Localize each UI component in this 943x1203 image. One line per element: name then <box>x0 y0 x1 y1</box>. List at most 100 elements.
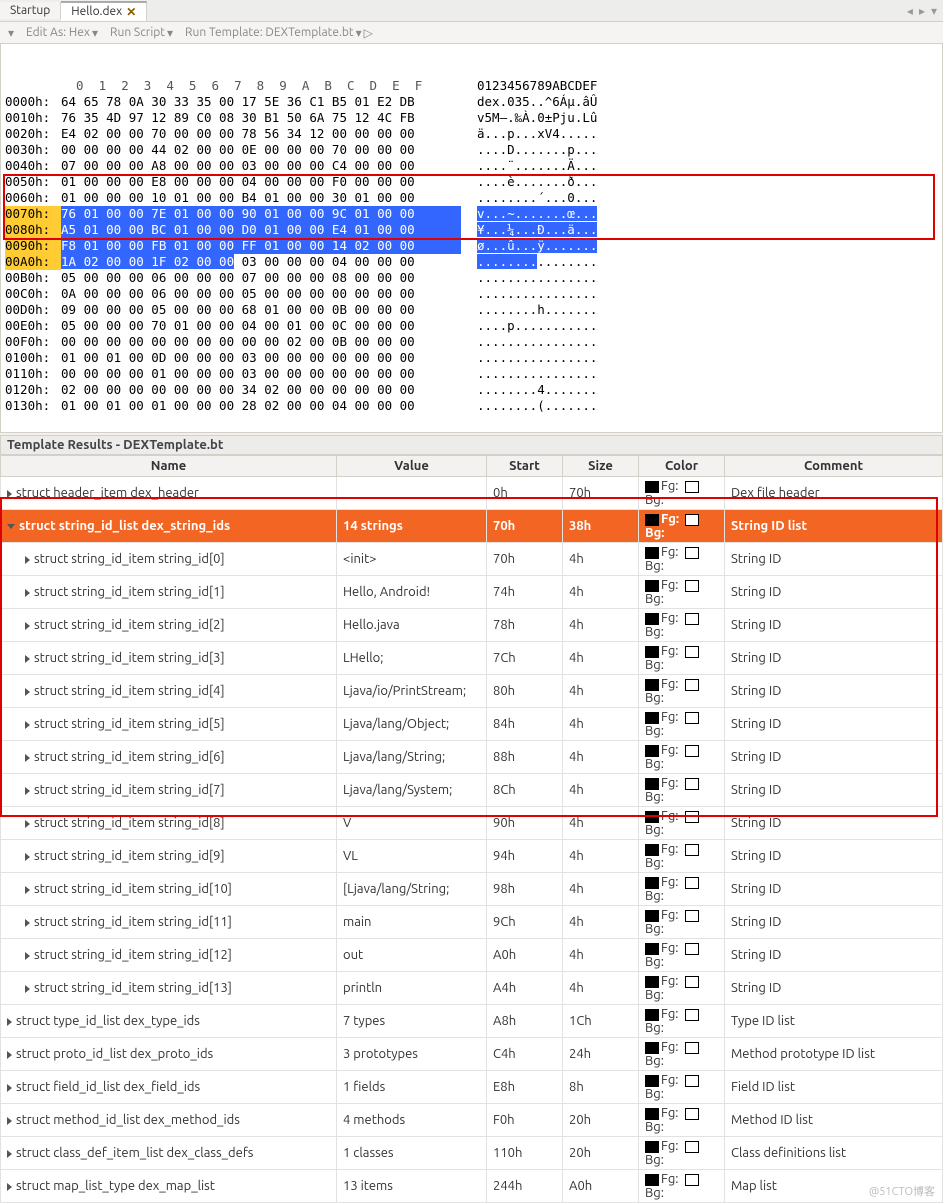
template-results-header: Template Results - DEXTemplate.bt <box>0 435 943 455</box>
expand-icon[interactable] <box>7 1084 12 1092</box>
expand-icon[interactable] <box>25 688 30 696</box>
table-row[interactable]: struct string_id_item string_id[0]<init>… <box>1 543 943 576</box>
expand-icon[interactable] <box>25 589 30 597</box>
run-icon[interactable]: ▷ <box>364 26 373 40</box>
bg-swatch <box>685 745 699 757</box>
expand-icon[interactable] <box>7 1051 12 1059</box>
hex-row[interactable]: 00B0h:05 00 00 00 06 00 00 00 07 00 00 0… <box>5 270 938 286</box>
hex-row[interactable]: 0120h:02 00 00 00 00 00 00 00 34 02 00 0… <box>5 382 938 398</box>
table-row[interactable]: struct string_id_item string_id[1]Hello,… <box>1 576 943 609</box>
table-row[interactable]: struct field_id_list dex_field_ids1 fiel… <box>1 1071 943 1104</box>
expand-icon[interactable] <box>25 754 30 762</box>
expand-icon[interactable] <box>25 820 30 828</box>
table-row[interactable]: struct header_item dex_header0h70hFg:Bg:… <box>1 477 943 510</box>
hex-row[interactable]: 0050h:01 00 00 00 E8 00 00 00 04 00 00 0… <box>5 174 938 190</box>
table-row[interactable]: struct string_id_item string_id[12]outA0… <box>1 939 943 972</box>
expand-icon[interactable] <box>25 853 30 861</box>
toolbar-marker-icon[interactable]: ▾ <box>8 26 14 40</box>
bg-swatch <box>685 1009 699 1021</box>
tab-next-icon[interactable]: ▸ <box>919 4 925 18</box>
table-row[interactable]: struct proto_id_list dex_proto_ids3 prot… <box>1 1038 943 1071</box>
hex-row[interactable]: 00A0h:1A 02 00 00 1F 02 00 00 03 00 00 0… <box>5 254 938 270</box>
hex-row[interactable]: 00E0h:05 00 00 00 70 01 00 00 04 00 01 0… <box>5 318 938 334</box>
tab-menu-icon[interactable]: ▾ <box>931 4 937 18</box>
fg-swatch <box>645 1141 659 1153</box>
col-comment[interactable]: Comment <box>725 456 943 477</box>
expand-icon[interactable] <box>25 787 30 795</box>
table-row[interactable]: struct type_id_list dex_type_ids7 typesA… <box>1 1005 943 1038</box>
bg-swatch <box>685 1141 699 1153</box>
col-name[interactable]: Name <box>1 456 337 477</box>
tab-prev-icon[interactable]: ◂ <box>907 4 913 18</box>
bg-swatch <box>685 844 699 856</box>
table-row[interactable]: struct string_id_item string_id[9]VL94h4… <box>1 840 943 873</box>
table-row[interactable]: struct method_id_list dex_method_ids4 me… <box>1 1104 943 1137</box>
table-row[interactable]: struct string_id_item string_id[7]Ljava/… <box>1 774 943 807</box>
hex-row[interactable]: 0030h:00 00 00 00 44 02 00 00 0E 00 00 0… <box>5 142 938 158</box>
table-row[interactable]: struct string_id_list dex_string_ids14 s… <box>1 510 943 543</box>
expand-icon[interactable] <box>25 622 30 630</box>
hex-row[interactable]: 0020h:E4 02 00 00 70 00 00 00 78 56 34 1… <box>5 126 938 142</box>
table-row[interactable]: struct string_id_item string_id[6]Ljava/… <box>1 741 943 774</box>
hex-row[interactable]: 0100h:01 00 01 00 0D 00 00 00 03 00 00 0… <box>5 350 938 366</box>
table-row[interactable]: struct class_def_item_list dex_class_def… <box>1 1137 943 1170</box>
table-row[interactable]: struct string_id_item string_id[3]LHello… <box>1 642 943 675</box>
hex-row[interactable]: 0040h:07 00 00 00 A8 00 00 00 03 00 00 0… <box>5 158 938 174</box>
expand-icon[interactable] <box>25 721 30 729</box>
fg-swatch <box>645 811 659 823</box>
close-icon[interactable]: ✕ <box>126 5 136 19</box>
run-template-menu[interactable]: Run Template: DEXTemplate.bt ▾ ▷ <box>185 26 373 40</box>
hex-row[interactable]: 0110h:00 00 00 00 01 00 00 00 03 00 00 0… <box>5 366 938 382</box>
expand-icon[interactable] <box>7 1117 12 1125</box>
hex-row[interactable]: 00C0h:0A 00 00 00 06 00 00 00 05 00 00 0… <box>5 286 938 302</box>
fg-swatch <box>645 844 659 856</box>
fg-swatch <box>645 547 659 559</box>
run-script-menu[interactable]: Run Script ▾ <box>110 26 173 40</box>
hex-row[interactable]: 0000h:64 65 78 0A 30 33 35 00 17 5E 36 C… <box>5 94 938 110</box>
template-results-grid-wrap: Name Value Start Size Color Comment stru… <box>0 455 943 1203</box>
bg-swatch <box>685 679 699 691</box>
expand-icon[interactable] <box>25 919 30 927</box>
expand-icon[interactable] <box>7 1018 12 1026</box>
table-row[interactable]: struct string_id_item string_id[11]main9… <box>1 906 943 939</box>
table-row[interactable]: struct string_id_item string_id[5]Ljava/… <box>1 708 943 741</box>
table-row[interactable]: struct map_list_type dex_map_list13 item… <box>1 1170 943 1203</box>
hex-row[interactable]: 0060h:01 00 00 00 10 01 00 00 B4 01 00 0… <box>5 190 938 206</box>
template-results-grid[interactable]: Name Value Start Size Color Comment stru… <box>0 455 943 1203</box>
table-row[interactable]: struct string_id_item string_id[8]V90h4h… <box>1 807 943 840</box>
hex-row[interactable]: 0010h:76 35 4D 97 12 89 C0 08 30 B1 50 6… <box>5 110 938 126</box>
expand-icon[interactable] <box>25 556 30 564</box>
tab-hello[interactable]: Hello.dex✕ <box>61 1 147 21</box>
tab-nav: ◂ ▸ ▾ <box>901 4 943 18</box>
expand-icon[interactable] <box>7 1183 12 1191</box>
table-row[interactable]: struct string_id_item string_id[10][Ljav… <box>1 873 943 906</box>
expand-icon[interactable] <box>7 1150 12 1158</box>
hex-row[interactable]: 0080h:A5 01 00 00 BC 01 00 00 D0 01 00 0… <box>5 222 938 238</box>
tab-startup[interactable]: Startup <box>0 2 61 19</box>
expand-icon[interactable] <box>25 886 30 894</box>
bg-swatch <box>685 1075 699 1087</box>
col-color[interactable]: Color <box>639 456 725 477</box>
expand-icon[interactable] <box>25 985 30 993</box>
hex-row[interactable]: 0130h:01 00 01 00 01 00 00 00 28 02 00 0… <box>5 398 938 414</box>
expand-icon[interactable] <box>25 952 30 960</box>
hex-row[interactable]: 00F0h:00 00 00 00 00 00 00 00 00 00 02 0… <box>5 334 938 350</box>
table-row[interactable]: struct string_id_item string_id[4]Ljava/… <box>1 675 943 708</box>
edit-as-menu[interactable]: Edit As: Hex ▾ <box>26 26 98 40</box>
expand-icon[interactable] <box>7 524 15 529</box>
col-size[interactable]: Size <box>563 456 639 477</box>
hex-row[interactable]: 00D0h:09 00 00 00 05 00 00 00 68 01 00 0… <box>5 302 938 318</box>
bg-swatch <box>685 1174 699 1186</box>
hex-row[interactable]: 0090h:F8 01 00 00 FB 01 00 00 FF 01 00 0… <box>5 238 938 254</box>
bg-swatch <box>685 712 699 724</box>
hex-editor[interactable]: 0 1 2 3 4 5 6 7 8 9 A B C D E F012345678… <box>0 44 943 433</box>
table-row[interactable]: struct string_id_item string_id[13]print… <box>1 972 943 1005</box>
fg-swatch <box>645 613 659 625</box>
hex-row[interactable]: 0070h:76 01 00 00 7E 01 00 00 90 01 00 0… <box>5 206 938 222</box>
bg-swatch <box>685 1108 699 1120</box>
expand-icon[interactable] <box>25 655 30 663</box>
expand-icon[interactable] <box>7 490 12 498</box>
col-start[interactable]: Start <box>487 456 563 477</box>
table-row[interactable]: struct string_id_item string_id[2]Hello.… <box>1 609 943 642</box>
col-value[interactable]: Value <box>337 456 487 477</box>
